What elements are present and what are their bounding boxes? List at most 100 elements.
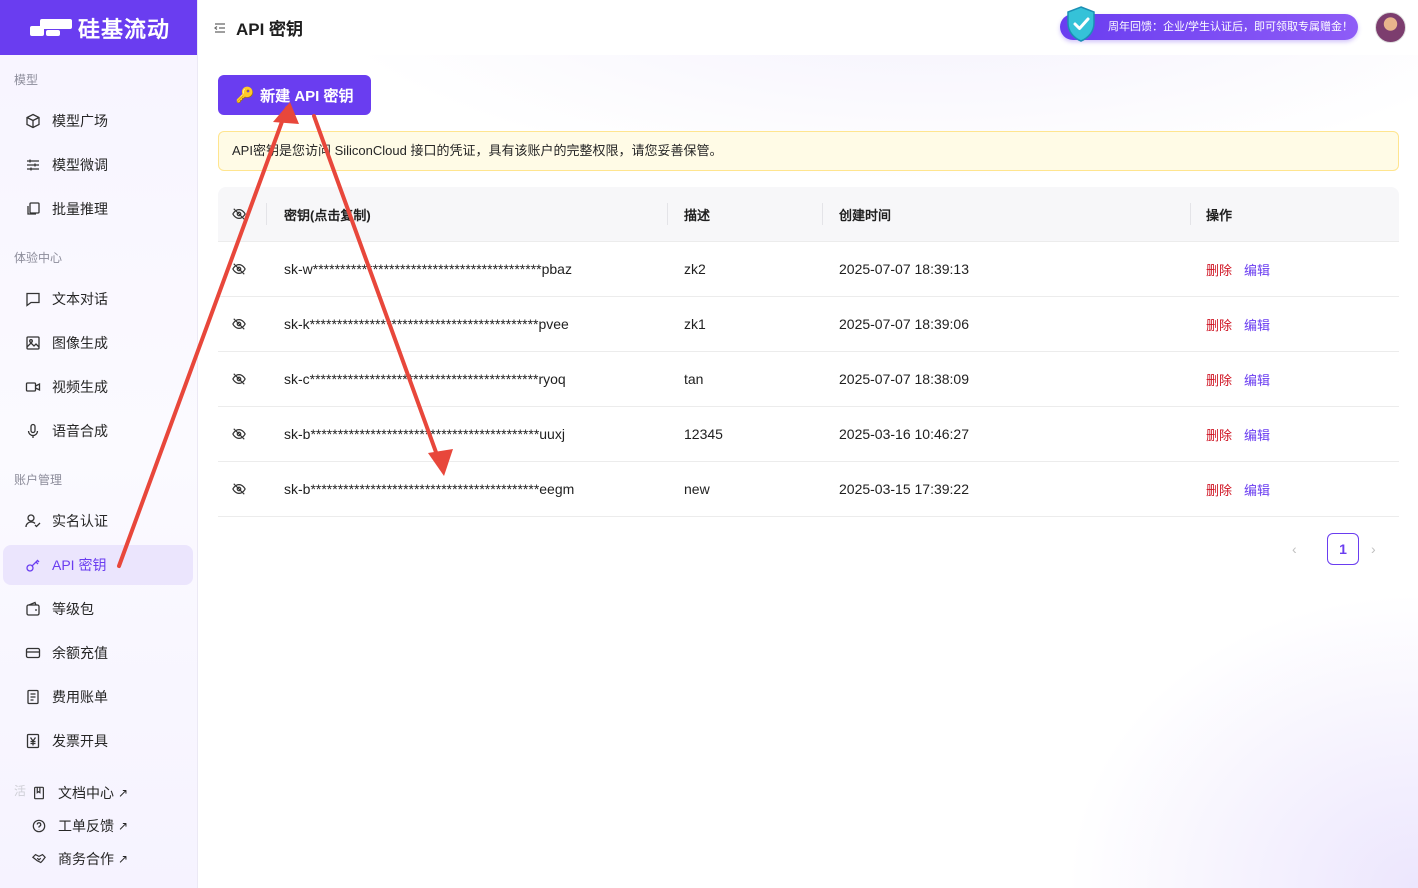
promo-banner[interactable]: 周年回馈：企业/学生认证后，即可领取专属赠金！ <box>1060 6 1358 42</box>
collapse-menu-icon[interactable] <box>214 22 226 34</box>
prev-page-button[interactable]: ‹ <box>1292 541 1297 557</box>
sidebar-item-label: API 密钥 <box>52 557 107 573</box>
api-key-table: 密钥(点击复制) 描述 创建时间 操作 sk-w****************… <box>218 187 1399 517</box>
api-key-desc: new <box>684 481 710 497</box>
api-key-created: 2025-03-15 17:39:22 <box>839 481 969 497</box>
eye-off-icon[interactable] <box>232 352 252 406</box>
avatar[interactable] <box>1375 12 1406 43</box>
new-api-key-label: 新建 API 密钥 <box>260 87 354 105</box>
top-header: API 密钥 周年回馈：企业/学生认证后，即可领取专属赠金！ <box>198 0 1418 55</box>
sidebar-item-image[interactable]: 图像生成 <box>3 323 193 363</box>
sidebar-item-video[interactable]: 视频生成 <box>3 367 193 407</box>
new-api-key-button[interactable]: 🔑 新建 API 密钥 <box>218 75 371 115</box>
api-key-desc: 12345 <box>684 426 723 442</box>
shield-check-icon <box>1067 6 1095 42</box>
chat-icon <box>25 291 41 307</box>
table-header: 密钥(点击复制) 描述 创建时间 操作 <box>218 187 1399 242</box>
api-key-created: 2025-07-07 18:38:09 <box>839 371 969 387</box>
handshake-icon <box>31 851 47 867</box>
api-key-value[interactable]: sk-b************************************… <box>284 407 565 461</box>
api-key-value[interactable]: sk-w************************************… <box>284 242 572 296</box>
api-key-value[interactable]: sk-c************************************… <box>284 352 566 406</box>
eye-off-icon[interactable] <box>232 462 252 516</box>
edit-button[interactable]: 编辑 <box>1244 480 1270 499</box>
row-actions: 删除 编辑 <box>1206 352 1270 406</box>
edit-button[interactable]: 编辑 <box>1244 370 1270 389</box>
brand-logo[interactable]: 硅基流动 <box>0 0 197 55</box>
info-notice: API密钥是您访问 SiliconCloud 接口的凭证，具有该账户的完整权限，… <box>218 131 1399 171</box>
delete-button[interactable]: 删除 <box>1206 315 1232 334</box>
column-header-desc: 描述 <box>684 207 711 223</box>
row-actions: 删除 编辑 <box>1206 297 1270 351</box>
book-icon <box>31 785 47 801</box>
edit-button[interactable]: 编辑 <box>1244 315 1270 334</box>
eye-off-icon[interactable] <box>232 297 252 351</box>
sidebar-item-batch[interactable]: 批量推理 <box>3 189 193 229</box>
sidebar-item-invoice[interactable]: 发票开具 <box>3 721 193 761</box>
table-row: sk-b************************************… <box>218 407 1399 462</box>
stack-icon <box>25 201 41 217</box>
sidebar-item-label: 模型广场 <box>52 113 108 129</box>
eye-off-icon[interactable] <box>232 242 252 296</box>
key-icon <box>25 557 41 573</box>
toggle-visibility-all-icon[interactable] <box>232 187 252 241</box>
sidebar-item-model-square[interactable]: 模型广场 <box>3 101 193 141</box>
card-icon <box>25 645 41 661</box>
main-content: 🔑 新建 API 密钥 API密钥是您访问 SiliconCloud 接口的凭证… <box>198 55 1418 888</box>
delete-button[interactable]: 删除 <box>1206 260 1232 279</box>
sidebar-item-recharge[interactable]: 余额充值 <box>3 633 193 673</box>
edit-button[interactable]: 编辑 <box>1244 260 1270 279</box>
sidebar-item-label: 文档中心 <box>58 785 114 801</box>
sidebar-item-label: 工单反馈 <box>58 818 114 834</box>
api-key-desc: zk1 <box>684 316 706 332</box>
yen-icon <box>25 733 41 749</box>
sidebar-item-label: 余额充值 <box>52 645 108 661</box>
sliders-icon <box>25 157 41 173</box>
page-1-button[interactable]: 1 <box>1327 533 1359 565</box>
pagination: ‹ 1 › <box>1287 533 1387 565</box>
sidebar-item-label: 文本对话 <box>52 291 108 307</box>
edit-button[interactable]: 编辑 <box>1244 425 1270 444</box>
sidebar-item-api-keys[interactable]: API 密钥 <box>3 545 193 585</box>
promo-text: 周年回馈：企业/学生认证后，即可领取专属赠金！ <box>1108 21 1354 33</box>
image-icon <box>25 335 41 351</box>
row-actions: 删除 编辑 <box>1206 242 1270 296</box>
sidebar-item-label: 商务合作 <box>58 851 114 867</box>
column-header-time: 创建时间 <box>839 207 892 223</box>
delete-button[interactable]: 删除 <box>1206 425 1232 444</box>
sidebar-item-tts[interactable]: 语音合成 <box>3 411 193 451</box>
sidebar-item-feedback[interactable]: 工单反馈 ↗ <box>3 813 193 839</box>
api-key-value[interactable]: sk-k************************************… <box>284 297 569 351</box>
table-row: sk-k************************************… <box>218 297 1399 352</box>
row-actions: 删除 编辑 <box>1206 407 1270 461</box>
wallet-icon <box>25 601 41 617</box>
key-emoji-icon: 🔑 <box>235 87 255 104</box>
sidebar-item-label: 等级包 <box>52 601 94 617</box>
next-page-button[interactable]: › <box>1371 541 1376 557</box>
row-actions: 删除 编辑 <box>1206 462 1270 516</box>
delete-button[interactable]: 删除 <box>1206 480 1232 499</box>
brand-name: 硅基流动 <box>78 16 171 42</box>
sidebar-item-finetune[interactable]: 模型微调 <box>3 145 193 185</box>
sidebar-item-verify[interactable]: 实名认证 <box>3 501 193 541</box>
help-icon <box>31 818 47 834</box>
sidebar-item-tier[interactable]: 等级包 <box>3 589 193 629</box>
api-key-value[interactable]: sk-b************************************… <box>284 462 574 516</box>
sidebar: 硅基流动 模型 体验中心 账户管理 活 模型广场 模型微调 批量推理 文本对话 … <box>0 0 198 888</box>
column-header-actions: 操作 <box>1206 207 1233 223</box>
user-check-icon <box>25 513 41 529</box>
logo-icon <box>30 18 72 37</box>
bill-icon <box>25 689 41 705</box>
sidebar-item-chat[interactable]: 文本对话 <box>3 279 193 319</box>
sidebar-item-business[interactable]: 商务合作 ↗ <box>3 846 193 872</box>
api-key-created: 2025-07-07 18:39:06 <box>839 316 969 332</box>
sidebar-item-label: 实名认证 <box>52 513 108 529</box>
delete-button[interactable]: 删除 <box>1206 370 1232 389</box>
api-key-desc: tan <box>684 371 704 387</box>
external-link-icon: ↗ <box>118 852 129 866</box>
eye-off-icon[interactable] <box>232 407 252 461</box>
api-key-desc: zk2 <box>684 261 706 277</box>
sidebar-item-docs[interactable]: 文档中心 ↗ <box>3 780 193 806</box>
sidebar-item-billing[interactable]: 费用账单 <box>3 677 193 717</box>
api-key-created: 2025-03-16 10:46:27 <box>839 426 969 442</box>
